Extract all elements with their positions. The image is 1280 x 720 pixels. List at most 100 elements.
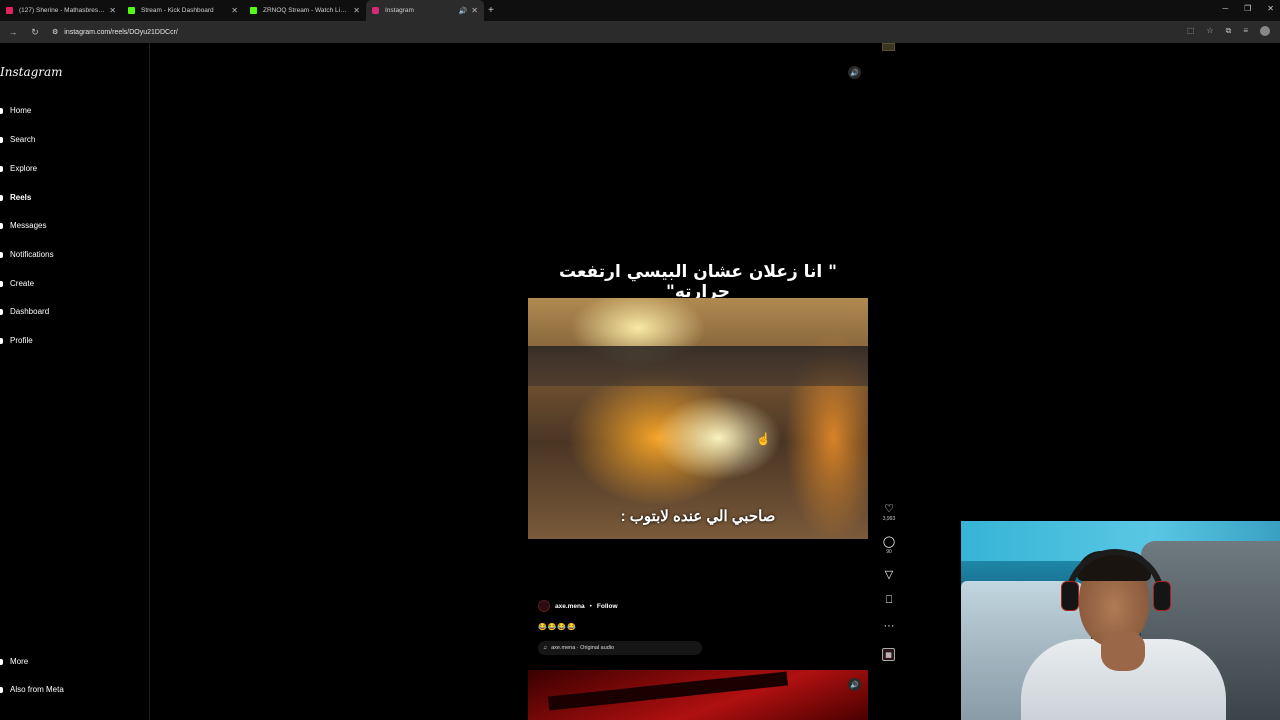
like-button[interactable]: ♡ 3,993 (878, 502, 900, 522)
tab-favicon-icon (128, 7, 135, 14)
url-field[interactable]: ⚙ instagram.com/reels/DOyu21DDCcr/ (52, 28, 178, 37)
video-smoke (528, 346, 868, 386)
next-reel-video[interactable] (528, 670, 868, 720)
profile-avatar[interactable] (1260, 26, 1270, 36)
window-controls: ─ ❐ ✕ (1222, 4, 1274, 13)
audio-label: axe.mena · Original audio (551, 645, 615, 651)
menu-icon (0, 658, 3, 665)
headset-cup-left (1061, 581, 1079, 611)
browser-tab[interactable]: Stream - Kick Dashboard ✕ (122, 0, 244, 21)
reel-video[interactable]: صاحبي الي عنده لابتوب : (528, 298, 868, 539)
instagram-logo[interactable]: Instagram (0, 65, 63, 79)
avatar[interactable] (538, 600, 550, 612)
sidebar-item-profile[interactable]: Profile (0, 336, 33, 345)
author-handle[interactable]: axe.mena (555, 603, 585, 610)
toolbar-icons: ⬚ ☆ ⧉ ≡ (1187, 26, 1270, 36)
tab-title: Instagram (385, 7, 414, 14)
media-icon[interactable]: ≡ (1243, 26, 1248, 36)
previous-audio-thumbnail[interactable] (882, 43, 895, 51)
meta-icon (0, 686, 3, 693)
reel-subtitle: صاحبي الي عنده لابتوب : (620, 508, 776, 525)
browser-tab-active[interactable]: Instagram 🔊 ✕ (366, 0, 484, 21)
close-icon[interactable]: ✕ (353, 6, 360, 15)
sidebar-item-search[interactable]: Search (0, 135, 36, 144)
close-icon[interactable]: ✕ (109, 6, 116, 15)
sidebar-item-dashboard[interactable]: Dashboard (0, 307, 50, 316)
audio-chip[interactable]: ♫ axe.mena · Original audio (538, 641, 702, 655)
webcam-overlay (961, 521, 1280, 720)
bookmark-icon: ⎕ (885, 594, 893, 606)
sidebar-item-explore[interactable]: Explore (0, 164, 38, 173)
profile-icon (0, 337, 3, 344)
mute-toggle-icon[interactable]: 🔊 (848, 678, 861, 691)
minimize-icon[interactable]: ─ (1222, 4, 1228, 13)
url-text: instagram.com/reels/DOyu21DDCcr/ (64, 28, 178, 36)
headset-cup-right (1153, 581, 1171, 611)
tab-title: Stream - Kick Dashboard (141, 7, 214, 14)
heart-icon: ♡ (884, 503, 894, 515)
close-icon[interactable]: ✕ (231, 6, 238, 15)
sidebar-item-label: Create (10, 279, 35, 288)
maximize-icon[interactable]: ❐ (1244, 4, 1251, 13)
comment-button[interactable]: ◯ 90 (878, 535, 900, 555)
instagram-sidebar: Instagram Home Search Explore Reels Mess… (0, 43, 150, 720)
extensions-icon[interactable]: ⧉ (1226, 26, 1232, 36)
sidebar-item-label: Home (10, 106, 32, 115)
new-tab-icon[interactable]: + (488, 5, 494, 16)
tab-favicon-icon (6, 7, 13, 14)
comment-icon: ◯ (882, 536, 896, 548)
heart-icon (0, 251, 3, 258)
follow-button[interactable]: Follow (597, 603, 618, 610)
mute-toggle-icon[interactable]: 🔊 (848, 66, 861, 79)
sidebar-item-messages[interactable]: Messages (0, 221, 47, 230)
dashboard-icon (0, 308, 3, 315)
messages-icon (0, 222, 3, 229)
share-button[interactable]: ▽ (878, 568, 900, 581)
window-close-icon[interactable]: ✕ (1267, 4, 1274, 13)
music-note-icon: ♫ (543, 645, 548, 651)
sidebar-item-label: Reels (10, 193, 32, 202)
more-options-button[interactable]: ··· (878, 620, 900, 632)
forward-icon[interactable]: → (4, 27, 22, 37)
sidebar-item-label: Also from Meta (10, 685, 64, 694)
sidebar-item-create[interactable]: Create (0, 279, 35, 288)
reels-icon (0, 194, 3, 201)
save-button[interactable]: ⎕ (878, 594, 900, 607)
reel-author: axe.mena • Follow (538, 600, 618, 612)
site-settings-icon[interactable]: ⚙ (52, 28, 58, 36)
reel-description: 😂😂😂😂 (538, 624, 577, 631)
like-count: 3,993 (882, 516, 896, 522)
sidebar-item-label: Explore (10, 164, 38, 173)
reload-icon[interactable]: ↻ (26, 27, 44, 38)
sidebar-item-label: Messages (10, 221, 47, 230)
star-icon[interactable]: ☆ (1206, 26, 1213, 36)
tab-title: ZRNOQ Stream - Watch Live o... (263, 7, 350, 14)
sidebar-item-label: Dashboard (10, 307, 50, 316)
browser-tab[interactable]: (127) Sherine - Mathasbresh | ... ✕ (0, 0, 122, 21)
tab-favicon-icon (372, 7, 379, 14)
sidebar-item-more[interactable]: More (0, 657, 28, 666)
address-bar: → ↻ ⚙ instagram.com/reels/DOyu21DDCcr/ ⬚… (0, 21, 1280, 43)
speaker-icon[interactable]: 🔊 (459, 7, 468, 15)
sidebar-item-notifications[interactable]: Notifications (0, 250, 54, 259)
close-icon[interactable]: ✕ (471, 6, 478, 15)
video-content (547, 671, 789, 711)
mouse-cursor-icon: ☝ (756, 432, 771, 446)
sidebar-item-label: Search (10, 135, 36, 144)
reel-caption: " انا زعلان عشان البيسي ارتفعت حرارته" (558, 262, 838, 302)
sidebar-item-home[interactable]: Home (0, 106, 32, 115)
search-icon (0, 136, 3, 143)
streamer-hand (1101, 631, 1145, 671)
create-icon (0, 280, 3, 287)
browser-tab[interactable]: ZRNOQ Stream - Watch Live o... ✕ (244, 0, 366, 21)
browser-tab-bar: (127) Sherine - Mathasbresh | ... ✕ Stre… (0, 0, 1280, 21)
install-icon[interactable]: ⬚ (1187, 26, 1195, 36)
separator-dot: • (589, 602, 592, 610)
audio-thumbnail[interactable]: ▦ (882, 648, 895, 661)
sidebar-item-reels[interactable]: Reels (0, 193, 32, 202)
more-icon: ··· (883, 620, 895, 632)
home-icon (0, 107, 3, 114)
sidebar-item-also-from-meta[interactable]: Also from Meta (0, 685, 64, 694)
explore-icon (0, 165, 3, 172)
tab-title: (127) Sherine - Mathasbresh | ... (19, 7, 106, 14)
